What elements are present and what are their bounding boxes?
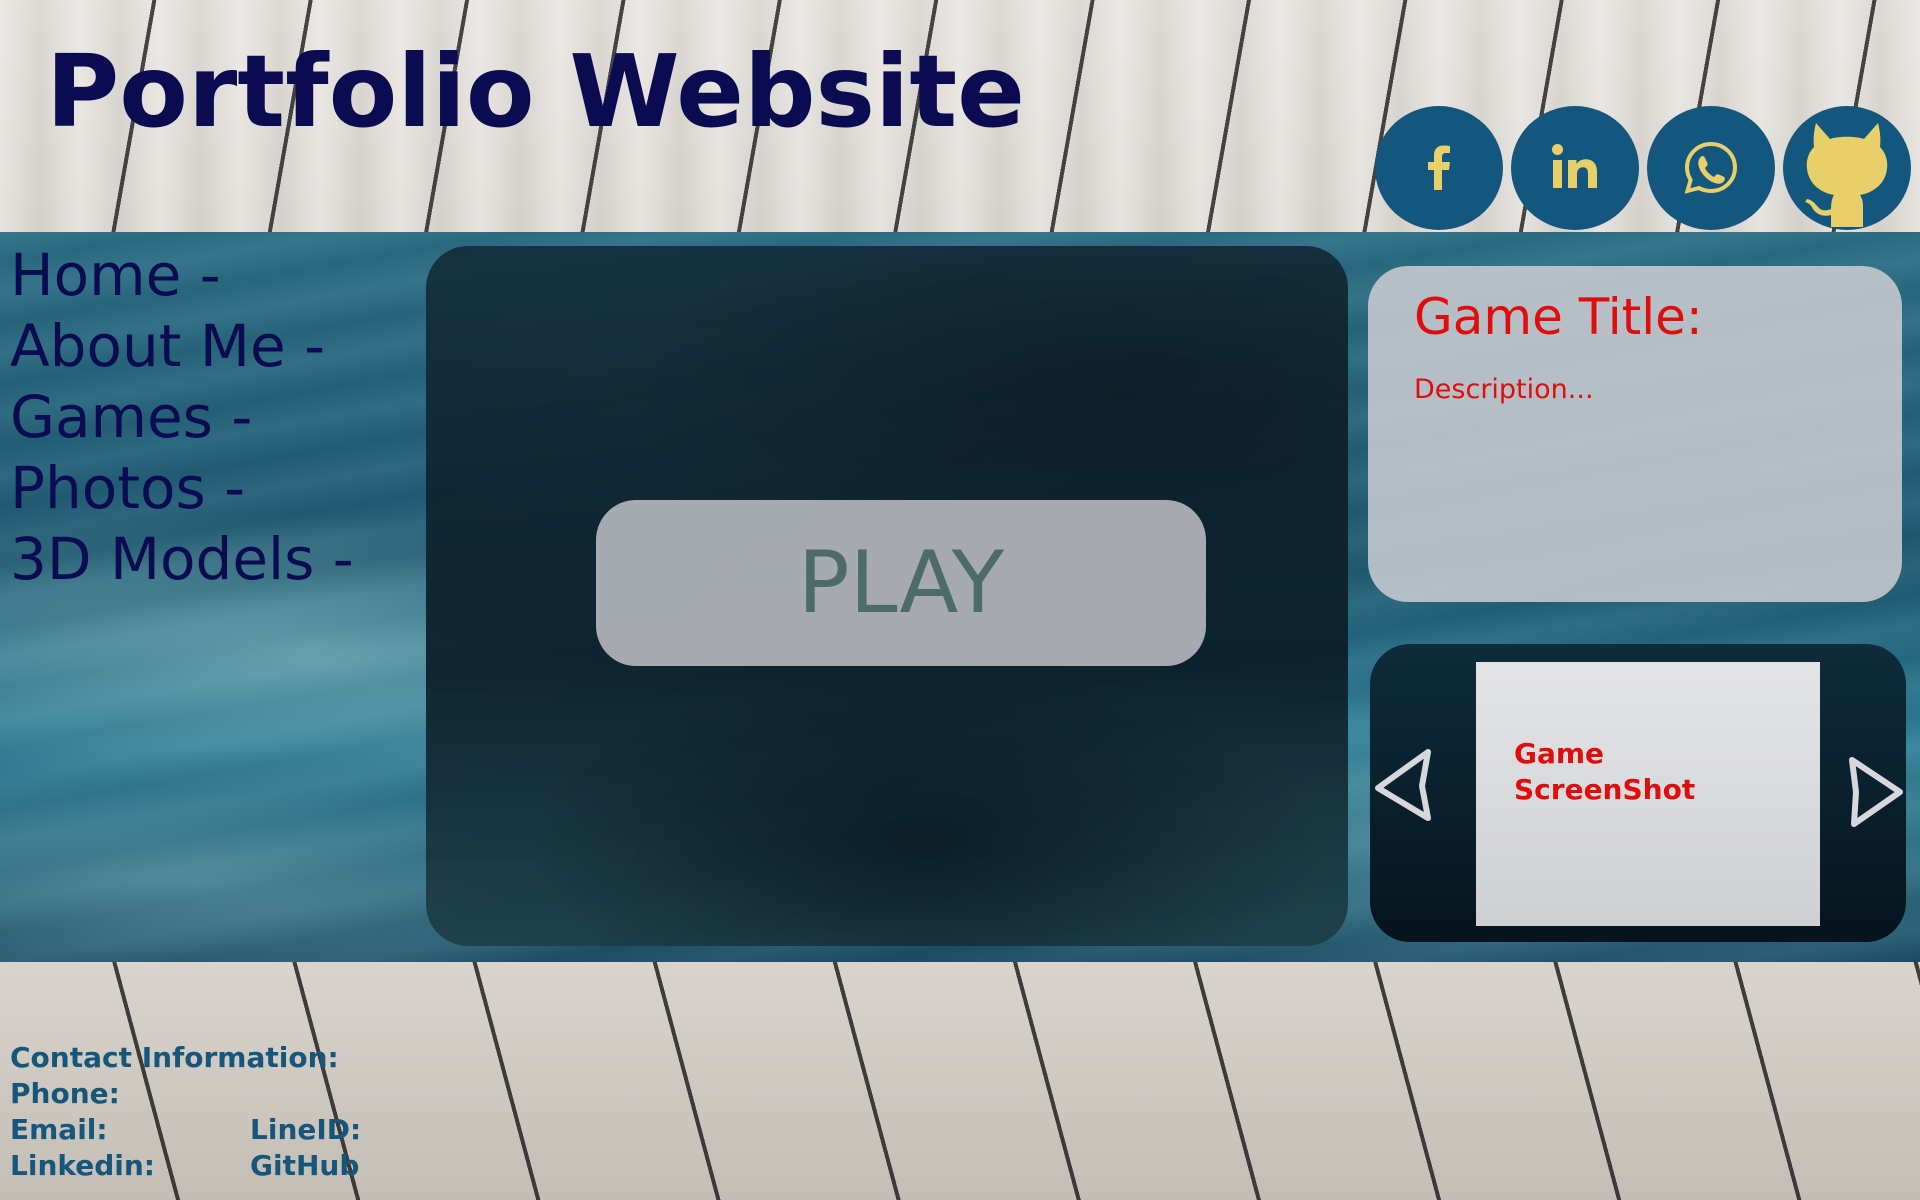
play-button[interactable]: PLAY xyxy=(596,500,1206,666)
whatsapp-icon xyxy=(1684,141,1738,194)
lineid-label: LineID: xyxy=(250,1113,362,1146)
game-player-panel: PLAY xyxy=(426,246,1348,946)
github-button[interactable] xyxy=(1783,106,1911,230)
main-nav: Home - About Me - Games - Photos - 3D Mo… xyxy=(10,240,354,595)
game-screenshot: Game ScreenShot xyxy=(1476,662,1820,926)
game-info-panel: Game Title: Description... xyxy=(1368,266,1902,602)
nav-item-about-me[interactable]: About Me - xyxy=(10,311,354,382)
nav-item-home[interactable]: Home - xyxy=(10,240,354,311)
site-title: Portfolio Website xyxy=(46,33,1025,150)
nav-item-3d-models[interactable]: 3D Models - xyxy=(10,524,354,595)
linkedin-icon xyxy=(1552,144,1597,188)
facebook-button[interactable] xyxy=(1375,106,1503,230)
whatsapp-button[interactable] xyxy=(1647,106,1775,230)
nav-item-photos[interactable]: Photos - xyxy=(10,453,354,524)
previous-arrow-icon[interactable] xyxy=(1372,746,1436,826)
linkedin-button[interactable] xyxy=(1511,106,1639,230)
github-icon xyxy=(1805,123,1888,227)
game-description: Description... xyxy=(1414,374,1594,405)
contact-heading: Contact Information: xyxy=(10,1041,339,1074)
contact-information: Contact Information: Phone: Email: LineI… xyxy=(10,1040,361,1184)
email-label: Email: xyxy=(10,1113,108,1146)
screenshot-gallery: Game ScreenShot xyxy=(1370,644,1906,942)
github-label: GitHub xyxy=(250,1149,360,1182)
facebook-icon xyxy=(1428,145,1450,190)
next-arrow-icon[interactable] xyxy=(1846,754,1906,830)
linkedin-label: Linkedin: xyxy=(10,1149,156,1182)
phone-label: Phone: xyxy=(10,1077,120,1110)
social-links xyxy=(1375,106,1911,230)
screenshot-label: Game ScreenShot xyxy=(1514,737,1696,806)
nav-item-games[interactable]: Games - xyxy=(10,382,354,453)
game-title: Game Title: xyxy=(1414,288,1703,346)
